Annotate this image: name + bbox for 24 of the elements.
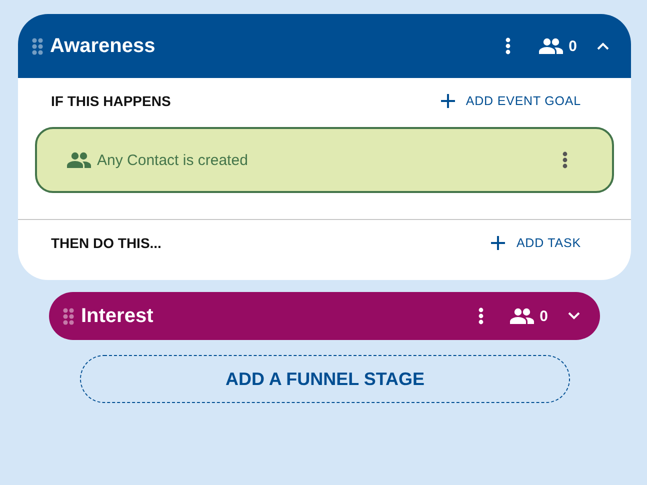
add-button[interactable]: ADD EVENT GOAL (440, 94, 581, 108)
add-stage-button[interactable]: ADD A FUNNEL STAGE (80, 355, 570, 403)
plus-icon (491, 236, 506, 250)
stage-title: Awareness (50, 34, 156, 58)
people-icon (538, 38, 563, 54)
section-heading: THEN DO THIS... (51, 235, 162, 251)
more-options-icon[interactable] (504, 37, 511, 55)
stage-title: Interest (81, 304, 154, 328)
trigger-card[interactable]: Any Contact is created (35, 127, 614, 193)
collapse-icon[interactable] (597, 42, 609, 50)
people-icon (67, 152, 91, 168)
plus-icon (440, 94, 455, 108)
contact-count: 0 (540, 308, 548, 324)
stage-bar[interactable]: Interest 0 (49, 292, 600, 340)
people-icon (510, 308, 534, 324)
add-button[interactable]: ADD TASK (491, 236, 581, 250)
contact-count: 0 (568, 38, 577, 54)
expand-icon[interactable] (568, 312, 580, 320)
more-options-icon[interactable] (562, 151, 568, 169)
drag-handle-icon[interactable] (32, 38, 43, 54)
drag-handle-icon[interactable] (63, 308, 74, 324)
trigger-text: Any Contact is created (97, 152, 249, 168)
more-options-icon[interactable] (478, 307, 484, 325)
section-heading: IF THIS HAPPENS (51, 93, 171, 109)
